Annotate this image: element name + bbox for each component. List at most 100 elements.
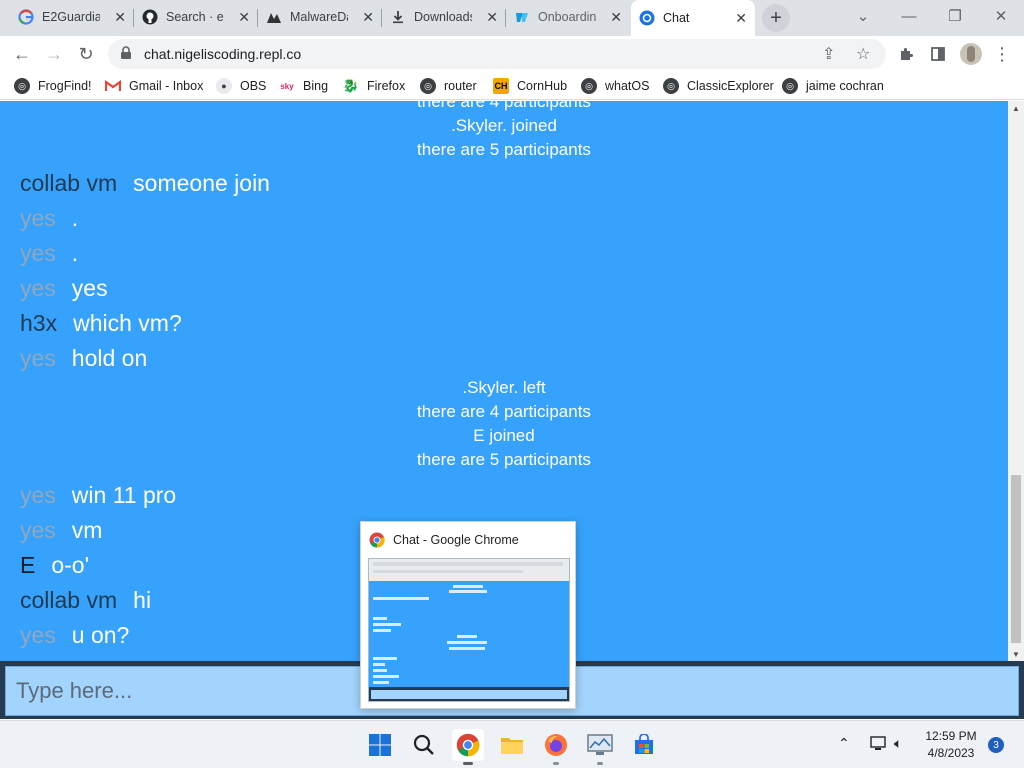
new-tab-button[interactable]: + (762, 4, 790, 32)
tab-search[interactable]: Search · em ✕ (134, 0, 258, 34)
bookmark-label: router (444, 79, 477, 93)
thumbnail-line (373, 623, 401, 626)
tab-title: MalwareDa (290, 10, 348, 24)
close-icon[interactable]: ✕ (362, 9, 374, 26)
bookmark-label: Gmail - Inbox (129, 79, 204, 93)
close-icon[interactable]: ✕ (114, 9, 126, 26)
message-username: collab vm (20, 587, 118, 613)
chat-message: yes yes (20, 273, 108, 303)
clock-time: 12:59 PM (925, 729, 977, 743)
close-icon[interactable]: ✕ (238, 9, 250, 26)
chat-message: collab vm someone join (20, 168, 270, 198)
microsoft-store-icon[interactable] (628, 729, 660, 761)
thumbnail-line (453, 585, 483, 588)
scroll-down-arrow-icon[interactable]: ▼ (1008, 647, 1024, 661)
extensions-icon[interactable] (892, 40, 920, 68)
reload-icon[interactable]: ↻ (72, 40, 100, 68)
thumbnail-line (373, 675, 399, 678)
bookmark-frogfind[interactable]: ◎ FrogFind! (14, 76, 92, 96)
message-text: vm (71, 517, 103, 543)
bookmark-gmail[interactable]: Gmail - Inbox (105, 76, 203, 96)
windows-taskbar: ⌃ 🔈︎ 12:59 PM 4/8/2023 3 (0, 720, 1024, 768)
ch-icon: CH (493, 78, 509, 94)
tab-onboarding[interactable]: Onboardin ✕ (506, 0, 630, 34)
tab-search-chevron-icon[interactable]: ⌄ (840, 0, 886, 32)
volume-icon[interactable]: 🔈︎ (894, 735, 902, 752)
minimize-icon[interactable]: — (886, 0, 932, 32)
preview-title: Chat - Google Chrome (369, 532, 519, 548)
tab-e2guardian[interactable]: E2Guardian ✕ (10, 0, 134, 34)
monitor-app-icon[interactable] (584, 729, 616, 765)
bookmark-cornhub[interactable]: CH CornHub (493, 76, 567, 96)
bookmark-obs[interactable]: ● OBS (216, 76, 266, 96)
profile-avatar[interactable] (960, 43, 982, 65)
tab-downloads[interactable]: Downloads ✕ (382, 0, 506, 34)
scroll-up-arrow-icon[interactable]: ▲ (1008, 101, 1024, 115)
message-username: yes (20, 482, 56, 508)
bookmark-classicexplorer[interactable]: ◎ ClassicExplorer (663, 76, 774, 96)
bookmark-firefox[interactable]: 🐉 Firefox (343, 76, 405, 96)
search-icon[interactable] (408, 729, 440, 761)
notification-badge[interactable]: 3 (988, 737, 1004, 753)
tab-strip: E2Guardian ✕ Search · em ✕ MalwareDa ✕ D… (0, 0, 1024, 36)
message-text: . (71, 240, 79, 266)
firefox-icon[interactable] (540, 729, 572, 765)
taskbar-chrome-icon[interactable] (452, 729, 484, 765)
message-username: h3x (20, 310, 58, 336)
obs-icon: ● (216, 78, 232, 94)
lock-icon[interactable] (120, 45, 134, 63)
message-text: . (71, 205, 79, 231)
forward-arrow-icon[interactable]: → (40, 40, 68, 68)
system-message: there are 4 participants (417, 402, 591, 421)
tab-title: E2Guardian (42, 10, 100, 24)
thumbnail-line (457, 635, 477, 638)
globe-icon: ◎ (420, 78, 436, 94)
dragon-icon: 🐉 (342, 78, 360, 93)
system-clock[interactable]: 12:59 PM 4/8/2023 (918, 728, 984, 762)
bookmark-label: Firefox (367, 79, 406, 93)
tab-title: Chat (663, 11, 690, 25)
chat-message: collab vm hi (20, 585, 151, 615)
thumbnail-line (373, 597, 429, 600)
address-bar[interactable]: chat.nigeliscoding.repl.co ⇪ ☆ (108, 39, 886, 69)
close-icon[interactable]: ✕ (486, 9, 498, 26)
restore-icon[interactable]: ❐ (932, 0, 978, 32)
chat-message: yes win 11 pro (20, 480, 176, 510)
kebab-menu-icon[interactable]: ⋮ (988, 40, 1016, 68)
window-close-icon[interactable]: ✕ (978, 0, 1024, 32)
url-text[interactable]: chat.nigeliscoding.repl.co (144, 46, 301, 62)
side-panel-icon[interactable] (924, 40, 952, 68)
bookmark-bing[interactable]: sky Bing (279, 76, 328, 96)
message-username: yes (20, 517, 56, 543)
bookmarks-bar: ◎ FrogFind! Gmail - Inbox ● OBS sky Bing… (0, 72, 1024, 100)
github-icon (142, 9, 158, 25)
close-icon[interactable]: ✕ (735, 10, 747, 27)
running-indicator (597, 762, 603, 765)
chrome-icon (369, 532, 385, 548)
tab-title: Onboardin (538, 10, 596, 24)
taskbar-window-preview[interactable]: Chat - Google Chrome (360, 521, 576, 709)
thumbnail-line (373, 657, 397, 660)
gmail-icon (105, 78, 121, 94)
file-explorer-icon[interactable] (496, 729, 528, 761)
start-windows-icon[interactable] (364, 729, 396, 761)
browser-toolbar: ← → ↻ chat.nigeliscoding.repl.co ⇪ ☆ ⋮ (0, 36, 1024, 72)
message-username: collab vm (20, 170, 118, 196)
close-icon[interactable]: ✕ (610, 9, 622, 26)
tab-chat[interactable]: Chat ✕ (631, 0, 755, 36)
bookmark-star-icon[interactable]: ☆ (856, 44, 870, 64)
preview-title-text: Chat - Google Chrome (393, 533, 519, 547)
bookmark-router[interactable]: ◎ router (420, 76, 477, 96)
page-scrollbar[interactable]: ▲ ▼ (1008, 101, 1024, 661)
bookmark-whatos[interactable]: ◎ whatOS (581, 76, 649, 96)
scrollbar-thumb[interactable] (1011, 475, 1021, 643)
network-icon[interactable] (870, 735, 888, 754)
share-icon[interactable]: ⇪ (822, 44, 835, 64)
chat-message: yes . (20, 238, 78, 268)
back-arrow-icon[interactable]: ← (8, 40, 36, 68)
system-message: .Skyler. left (462, 378, 546, 397)
tab-malwaredatabase[interactable]: MalwareDa ✕ (258, 0, 382, 34)
bookmark-label: OBS (240, 79, 267, 93)
chevron-up-icon[interactable]: ⌃ (838, 735, 850, 752)
bookmark-jaime-cochran[interactable]: ◎ jaime cochran (782, 76, 884, 96)
